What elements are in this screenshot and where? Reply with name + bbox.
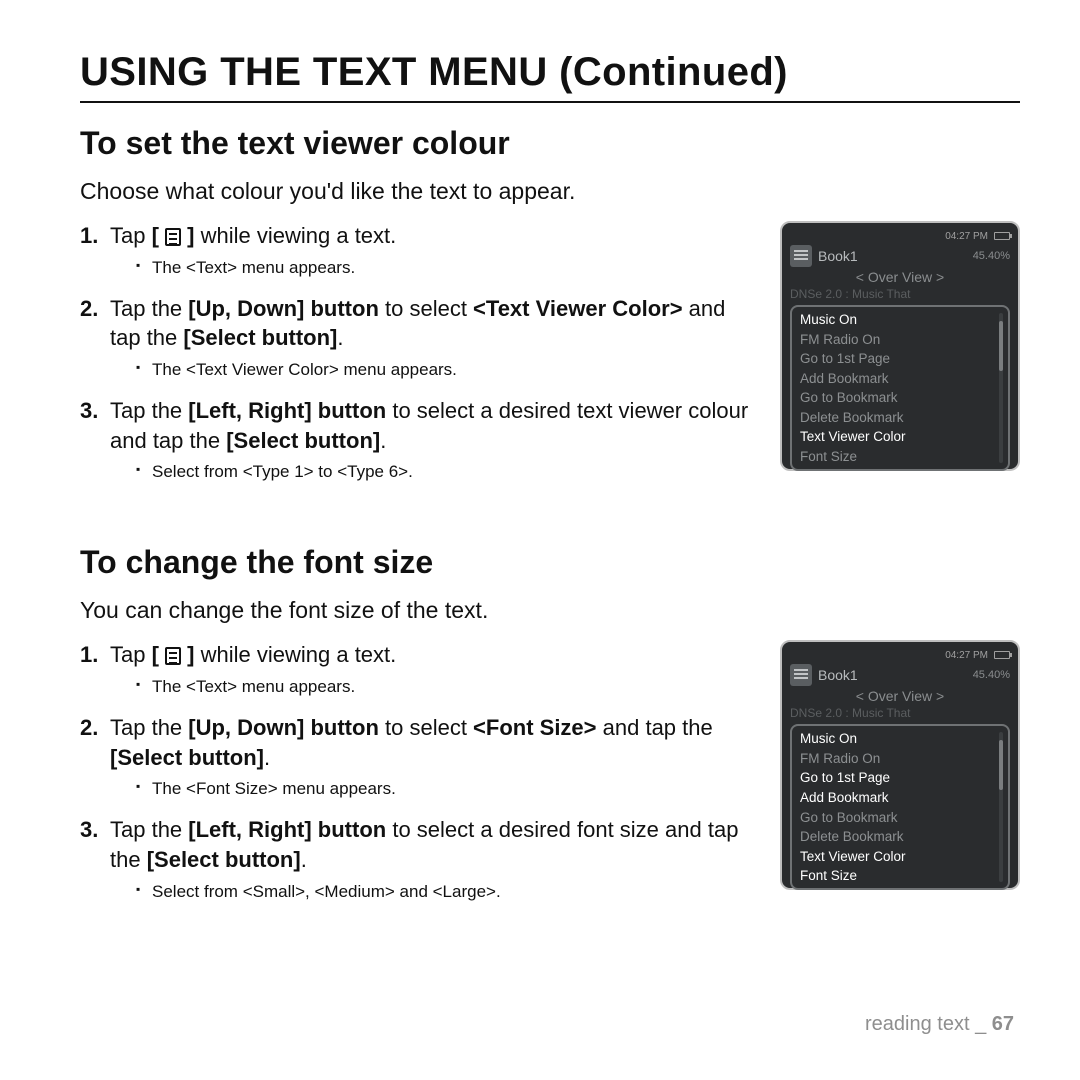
menu-item-selected: Font Size — [800, 866, 1008, 886]
menu-item: Delete Bookmark — [800, 408, 1008, 428]
menu-item-selected: Text Viewer Color — [800, 427, 1008, 447]
menu-item: Music On — [800, 310, 1008, 330]
footer-label: reading text _ — [865, 1013, 992, 1035]
device-overview-label: < Over View > — [790, 688, 1010, 704]
step-note: The <Text> menu appears. — [136, 676, 762, 699]
page-footer: reading text _ 67 — [865, 1013, 1014, 1036]
device-overview-label: < Over View > — [790, 269, 1010, 285]
step-note: The <Text Viewer Color> menu appears. — [136, 359, 762, 382]
battery-icon — [994, 232, 1010, 240]
menu-item: Font Size — [800, 447, 1008, 467]
step-3: 3. Tap the [Left, Right] button to selec… — [80, 396, 762, 484]
menu-item: Go to Bookmark — [800, 808, 1008, 828]
menu-item: Go to 1st Page — [800, 349, 1008, 369]
step-note: Select from <Small>, <Medium> and <Large… — [136, 881, 762, 904]
scrollbar — [999, 732, 1003, 882]
device-screenshot-color: 04:27 PM Book1 45.40% < Over View > DNSe… — [780, 221, 1020, 471]
document-icon — [790, 664, 812, 686]
step-note: Select from <Type 1> to <Type 6>. — [136, 461, 762, 484]
step-2: 2. Tap the [Up, Down] button to select <… — [80, 294, 762, 382]
menu-icon — [165, 228, 181, 246]
menu-item: FM Radio On — [800, 749, 1008, 769]
device-progress: 45.40% — [973, 669, 1010, 681]
battery-icon — [994, 651, 1010, 659]
steps-list: 1. Tap [ ] while viewing a text. The <Te… — [80, 221, 762, 498]
section-intro: Choose what colour you'd like the text t… — [80, 178, 1020, 205]
step-1: 1. Tap [ ] while viewing a text. The <Te… — [80, 221, 762, 280]
page-title: USING THE TEXT MENU (Continued) — [80, 50, 1020, 103]
menu-item: Add Bookmark — [800, 788, 1008, 808]
status-bar: 04:27 PM — [790, 229, 1010, 243]
menu-icon — [165, 647, 181, 665]
device-book-title: Book1 — [818, 248, 858, 264]
device-menu: Music On FM Radio On Go to 1st Page Add … — [790, 305, 1010, 471]
step-1: 1. Tap [ ] while viewing a text. The <Te… — [80, 640, 762, 699]
steps-list: 1. Tap [ ] while viewing a text. The <Te… — [80, 640, 762, 917]
menu-item: Go to Bookmark — [800, 388, 1008, 408]
device-screenshot-fontsize: 04:27 PM Book1 45.40% < Over View > DNSe… — [780, 640, 1020, 890]
document-icon — [790, 245, 812, 267]
page-number: 67 — [992, 1013, 1014, 1035]
scrollbar — [999, 313, 1003, 463]
step-3: 3. Tap the [Left, Right] button to selec… — [80, 815, 762, 903]
step-2: 2. Tap the [Up, Down] button to select <… — [80, 713, 762, 801]
section-text-viewer-color: To set the text viewer colour Choose wha… — [80, 125, 1020, 498]
menu-item: Add Bookmark — [800, 369, 1008, 389]
menu-item: Text Viewer Color — [800, 847, 1008, 867]
section-font-size: To change the font size You can change t… — [80, 544, 1020, 917]
section-title: To set the text viewer colour — [80, 125, 1020, 162]
section-title: To change the font size — [80, 544, 1020, 581]
menu-item: Go to 1st Page — [800, 768, 1008, 788]
device-bg-text: DNSe 2.0 : Music That — [790, 287, 1010, 301]
device-book-title: Book1 — [818, 667, 858, 683]
device-progress: 45.40% — [973, 250, 1010, 262]
menu-item: Music On — [800, 729, 1008, 749]
menu-item: FM Radio On — [800, 330, 1008, 350]
step-note: The <Text> menu appears. — [136, 257, 762, 280]
device-bg-text: DNSe 2.0 : Music That — [790, 706, 1010, 720]
device-menu: Music On FM Radio On Go to 1st Page Add … — [790, 724, 1010, 890]
menu-item: Delete Bookmark — [800, 827, 1008, 847]
step-note: The <Font Size> menu appears. — [136, 778, 762, 801]
section-intro: You can change the font size of the text… — [80, 597, 1020, 624]
status-bar: 04:27 PM — [790, 648, 1010, 662]
